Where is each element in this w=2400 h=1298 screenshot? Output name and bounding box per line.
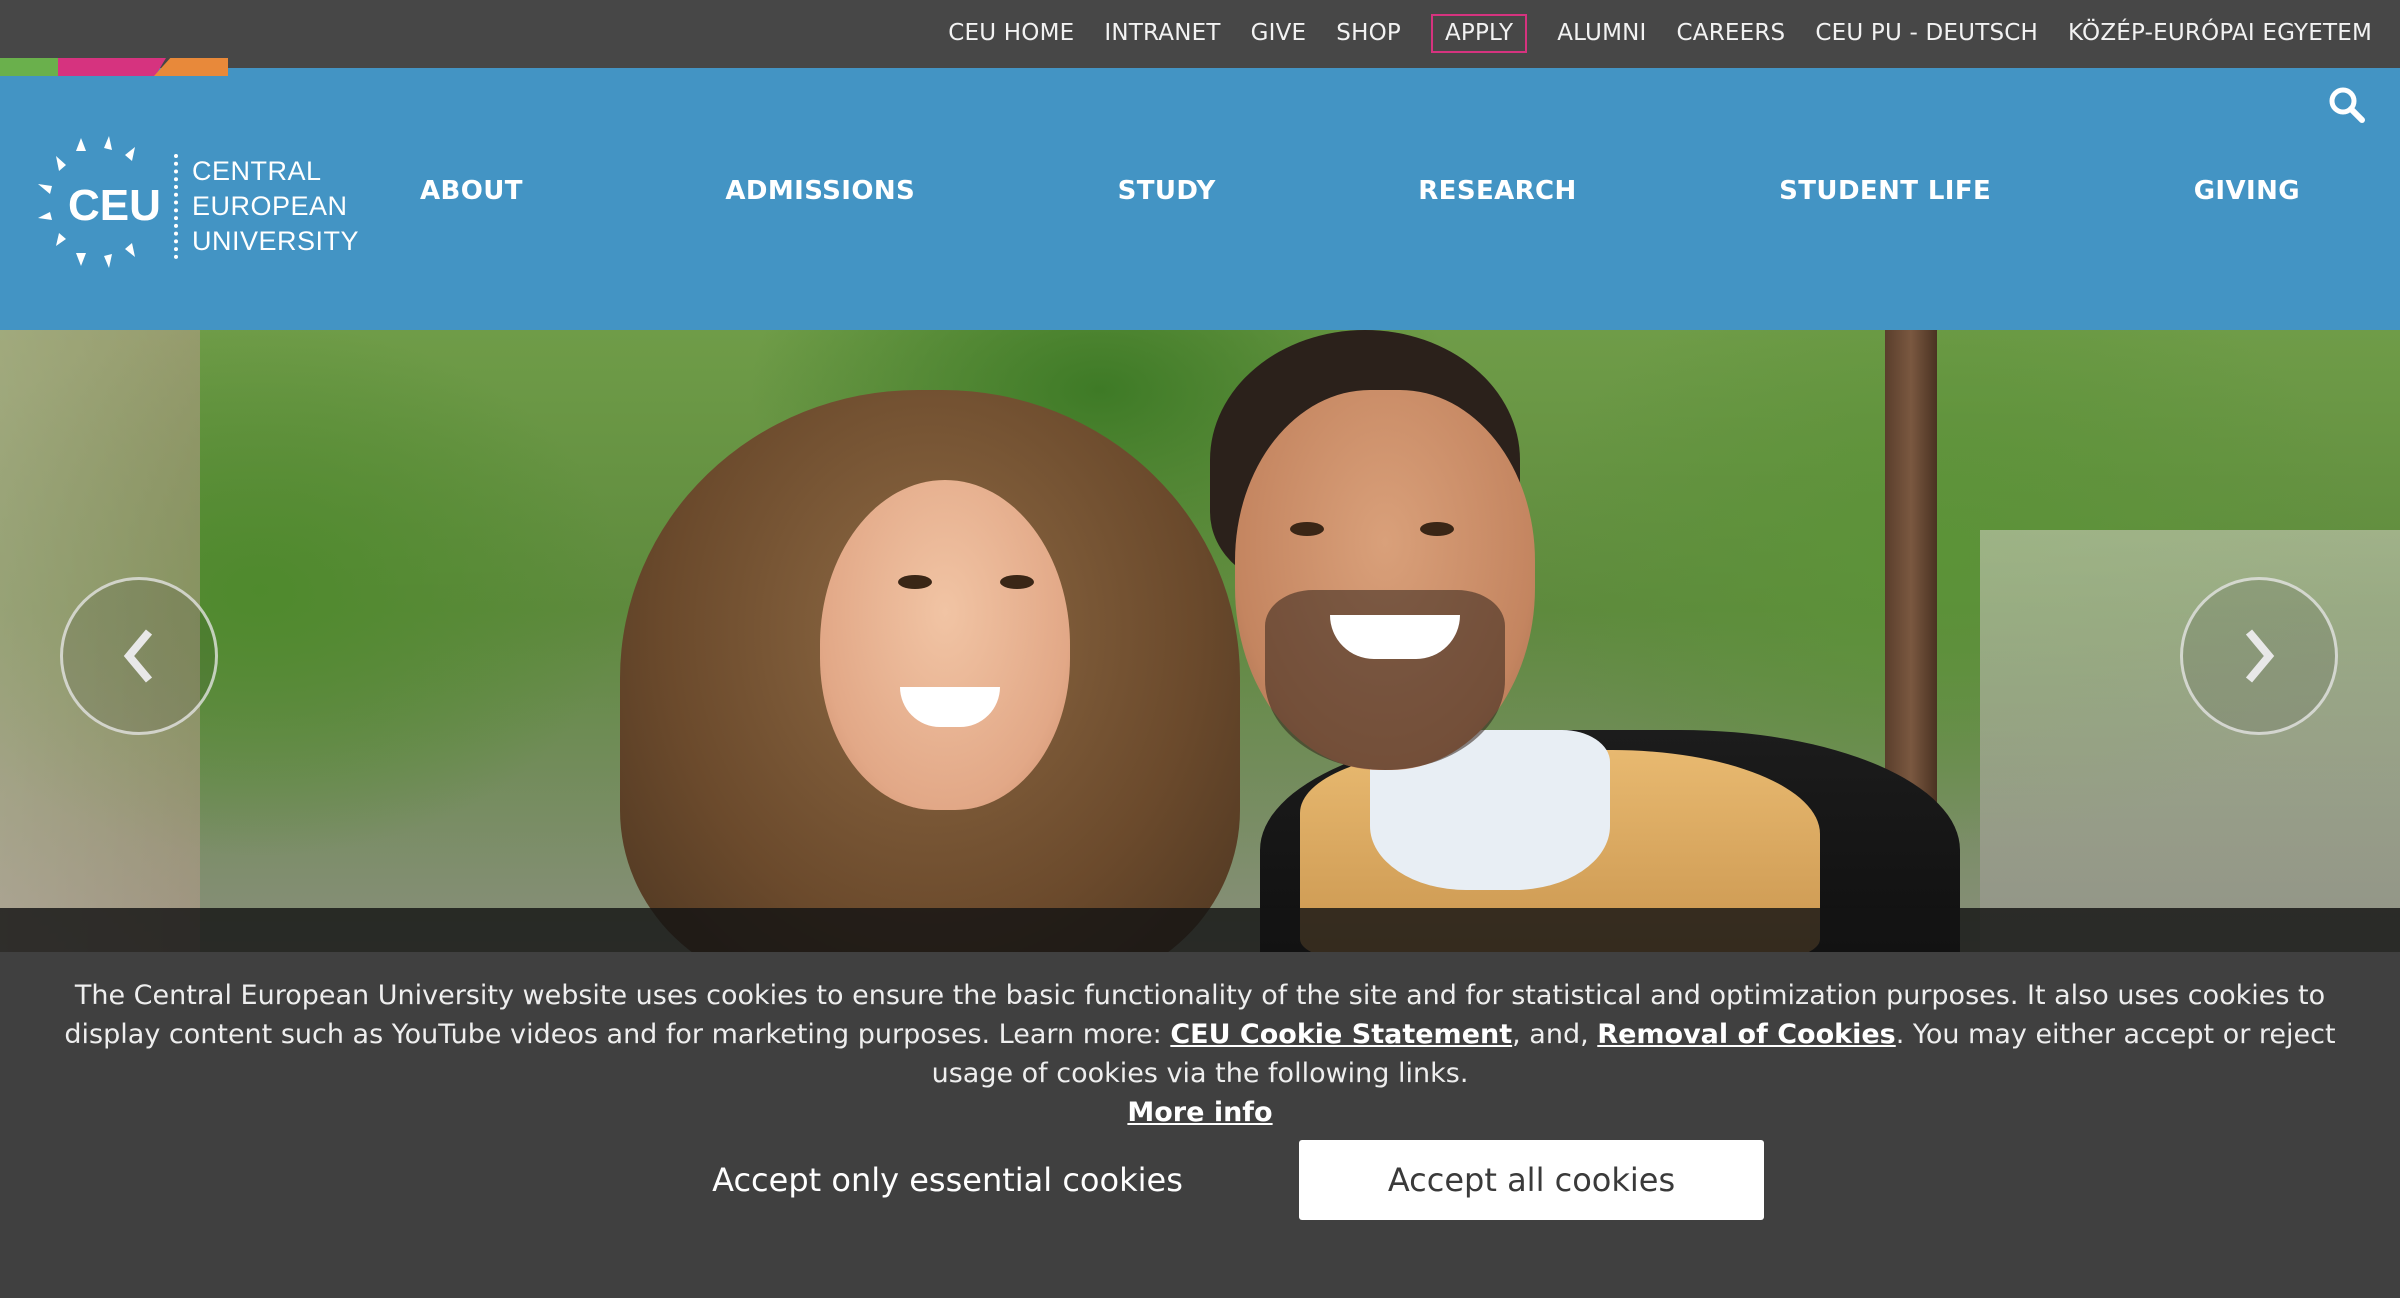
accent-orange (154, 58, 228, 76)
nav-admissions[interactable]: ADMISSIONS (725, 176, 915, 206)
search-button[interactable] (2324, 82, 2370, 128)
utility-bar: CEU HOME INTRANET GIVE SHOP APPLY ALUMNI… (0, 0, 2400, 68)
cookie-consent-banner: The Central European University website … (0, 952, 2400, 1298)
hero-carousel (0, 330, 2400, 952)
utility-link-give[interactable]: GIVE (1251, 21, 1307, 45)
logo-line-central: CENTRAL (192, 156, 322, 186)
cookie-text-and: , and, (1512, 1019, 1598, 1050)
logo-abbr: CEU (68, 181, 161, 230)
more-info-link[interactable]: More info (1127, 1097, 1272, 1128)
ceu-logo[interactable]: CEU CENTRAL EUROPEAN UNIVERSITY (28, 128, 359, 278)
logo-line-european: EUROPEAN (192, 191, 348, 221)
utility-nav: CEU HOME INTRANET GIVE SHOP APPLY ALUMNI… (948, 0, 2372, 66)
utility-link-ceu-pu-deutsch[interactable]: CEU PU - DEUTSCH (1815, 21, 2038, 45)
main-nav: ABOUT ADMISSIONS STUDY RESEARCH STUDENT … (420, 176, 2400, 206)
chevron-right-icon (2245, 629, 2275, 683)
hero-photo-eye (1420, 522, 1454, 536)
utility-link-careers[interactable]: CAREERS (1677, 21, 1786, 45)
cookie-statement-link[interactable]: CEU Cookie Statement (1170, 1019, 1512, 1050)
nav-giving[interactable]: GIVING (2194, 176, 2300, 206)
nav-student-life[interactable]: STUDENT LIFE (1779, 176, 1991, 206)
accent-pink (58, 58, 166, 76)
nav-research[interactable]: RESEARCH (1418, 176, 1576, 206)
nav-about[interactable]: ABOUT (420, 176, 523, 206)
hero-photo-eye (1000, 575, 1034, 589)
brand-accent-strip (0, 58, 228, 76)
utility-link-alumni[interactable]: ALUMNI (1557, 21, 1646, 45)
utility-link-kozep-europai-egyetem[interactable]: KÖZÉP-EURÓPAI EGYETEM (2068, 21, 2372, 45)
hero-photo-student-1-face (820, 480, 1070, 810)
utility-link-shop[interactable]: SHOP (1336, 21, 1401, 45)
utility-link-intranet[interactable]: INTRANET (1104, 21, 1220, 45)
chevron-left-icon (123, 629, 153, 683)
carousel-prev-button[interactable] (60, 577, 218, 735)
carousel-next-button[interactable] (2180, 577, 2338, 735)
logo-wordmark: CENTRAL EUROPEAN UNIVERSITY (174, 154, 359, 259)
utility-link-apply[interactable]: APPLY (1430, 13, 1528, 53)
cookie-consent-text: The Central European University website … (40, 976, 2360, 1132)
search-icon (2329, 87, 2365, 123)
nav-study[interactable]: STUDY (1118, 176, 1216, 206)
accept-essential-cookies-button[interactable]: Accept only essential cookies (700, 1140, 1195, 1220)
hero-caption-bar (0, 908, 2400, 952)
hero-photo-eye (1290, 522, 1324, 536)
logo-line-university: UNIVERSITY (192, 226, 360, 256)
accept-all-cookies-button[interactable]: Accept all cookies (1299, 1140, 1764, 1220)
removal-of-cookies-link[interactable]: Removal of Cookies (1597, 1019, 1895, 1050)
hero-photo-eye (898, 575, 932, 589)
site-header: CEU CENTRAL EUROPEAN UNIVERSITY ABOUT AD… (0, 68, 2400, 330)
utility-link-ceu-home[interactable]: CEU HOME (948, 21, 1074, 45)
hero-photo-building-right (1980, 530, 2400, 952)
accent-green (0, 58, 58, 76)
ceu-sunburst-logo-icon: CEU (38, 136, 161, 268)
